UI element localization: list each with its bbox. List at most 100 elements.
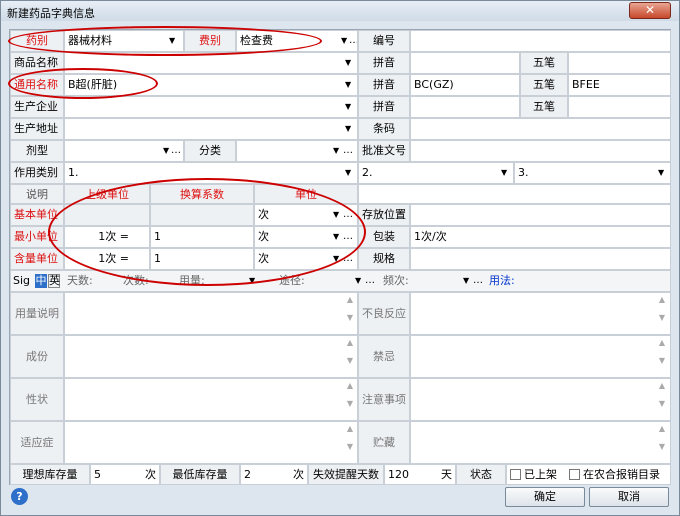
wubi-input[interactable] <box>568 52 671 74</box>
dosage-form-label: 剂型 <box>10 140 64 162</box>
expiry-days-value: 120 <box>388 468 409 481</box>
use1-value: 1. <box>68 166 79 179</box>
cancel-button[interactable]: 取消 <box>589 487 669 507</box>
indications-label: 适应症 <box>10 421 64 464</box>
checkbox-icon[interactable] <box>510 469 521 480</box>
address-input[interactable]: ▼ <box>64 118 358 140</box>
chevron-down-icon[interactable]: ▼ <box>163 141 169 160</box>
units-header-desc: 说明 <box>10 184 64 204</box>
chevron-down-icon[interactable]: ▼ <box>345 97 351 116</box>
chevron-down-icon[interactable]: ▼ <box>345 53 351 72</box>
usage-label: 用法: <box>489 274 515 287</box>
expiry-days-input[interactable]: 120 天 <box>384 464 456 485</box>
content-unit-label: 含量单位 <box>10 248 64 270</box>
adverse-label: 不良反应 <box>358 292 410 335</box>
dosage-note-textarea[interactable]: ▲ ▼ <box>64 292 358 335</box>
frequency-label: 频次: <box>383 274 409 287</box>
barcode-input[interactable] <box>410 118 671 140</box>
class-select[interactable]: ▼… <box>236 140 358 162</box>
scroll-arrows-icon[interactable]: ▲ ▼ <box>657 295 667 322</box>
chevron-down-icon[interactable]: ▼ <box>333 141 339 160</box>
chevron-down-icon[interactable]: ▼ <box>463 271 469 290</box>
wubi-label: 五笔 <box>520 52 568 74</box>
ideal-stock-unit: 次 <box>145 468 156 481</box>
scroll-arrows-icon[interactable]: ▲ ▼ <box>345 338 355 365</box>
status-options: 已上架 在农合报销目录 <box>506 464 671 485</box>
rural-label: 在农合报销目录 <box>583 468 660 481</box>
pinyin-label: 拼音 <box>358 52 410 74</box>
scroll-arrows-icon[interactable]: ▲ ▼ <box>345 381 355 408</box>
annotation-ellipse <box>48 178 366 286</box>
indications-textarea[interactable]: ▲ ▼ <box>64 421 358 464</box>
english-toggle[interactable]: 英 <box>48 274 60 288</box>
scroll-arrows-icon[interactable]: ▲ ▼ <box>657 338 667 365</box>
chevron-down-icon[interactable]: ▼ <box>345 163 351 182</box>
ingredients-label: 成份 <box>10 335 64 378</box>
class-label: 分类 <box>184 140 236 162</box>
chevron-down-icon[interactable]: ▼ <box>658 163 664 182</box>
checkbox-icon[interactable] <box>569 469 580 480</box>
chevron-down-icon[interactable]: ▼ <box>345 75 351 94</box>
units-header-blank <box>358 184 671 204</box>
pinyin-input[interactable] <box>410 52 520 74</box>
ok-button[interactable]: 确定 <box>505 487 585 507</box>
approval-input[interactable] <box>410 140 671 162</box>
chevron-down-icon[interactable]: ▼ <box>345 119 351 138</box>
ellipsis-icon[interactable]: … <box>365 271 375 290</box>
use-category-3[interactable]: 3. ▼ <box>514 162 671 184</box>
contraindications-label: 禁忌 <box>358 335 410 378</box>
storage-location-label: 存放位置 <box>358 204 410 226</box>
scroll-arrows-icon[interactable]: ▲ ▼ <box>345 424 355 451</box>
spec-input[interactable] <box>410 248 671 270</box>
notes-textarea[interactable]: ▲ ▼ <box>410 378 671 421</box>
package-input[interactable]: 1次/次 <box>410 226 671 248</box>
help-icon[interactable]: ? <box>11 488 28 505</box>
scroll-arrows-icon[interactable]: ▲ ▼ <box>657 424 667 451</box>
contraindications-textarea[interactable]: ▲ ▼ <box>410 335 671 378</box>
ideal-stock-input[interactable]: 5次 <box>90 464 160 485</box>
annotation-ellipse <box>8 68 158 99</box>
window-title: 新建药品字典信息 <box>7 7 95 20</box>
spec-label: 规格 <box>358 248 410 270</box>
wubi-input[interactable]: BFEE <box>568 74 671 96</box>
pinyin-label: 拼音 <box>358 96 410 118</box>
scroll-arrows-icon[interactable]: ▲ ▼ <box>345 295 355 322</box>
days-label: 天数: <box>67 274 93 287</box>
wubi-input[interactable] <box>568 96 671 118</box>
maker-label: 生产企业 <box>10 96 64 118</box>
ellipsis-icon[interactable]: … <box>349 31 357 50</box>
min-stock-label: 最低库存量 <box>160 464 240 485</box>
storage-textarea[interactable]: ▲ ▼ <box>410 421 671 464</box>
expiry-days-label: 失效提醒天数 <box>308 464 384 485</box>
ingredients-textarea[interactable]: ▲ ▼ <box>64 335 358 378</box>
shelved-checkbox[interactable]: 已上架 <box>510 468 557 481</box>
sig-label: Sig <box>13 274 31 287</box>
use-category-2[interactable]: 2. ▼ <box>358 162 514 184</box>
ellipsis-icon[interactable]: … <box>171 141 181 160</box>
chevron-down-icon[interactable]: ▼ <box>355 271 361 290</box>
properties-textarea[interactable]: ▲ ▼ <box>64 378 358 421</box>
dosage-form-select[interactable]: ▼… <box>64 140 184 162</box>
adverse-textarea[interactable]: ▲ ▼ <box>410 292 671 335</box>
close-button[interactable]: ✕ <box>629 2 671 19</box>
maker-input[interactable]: ▼ <box>64 96 358 118</box>
scroll-arrows-icon[interactable]: ▲ ▼ <box>657 381 667 408</box>
min-stock-input[interactable]: 2次 <box>240 464 308 485</box>
chevron-down-icon[interactable]: ▼ <box>341 31 347 50</box>
pinyin-label: 拼音 <box>358 74 410 96</box>
rural-checkbox[interactable]: 在农合报销目录 <box>569 468 660 481</box>
ellipsis-icon[interactable]: … <box>473 271 483 290</box>
properties-label: 性状 <box>10 378 64 421</box>
chevron-down-icon[interactable]: ▼ <box>501 163 507 182</box>
code-input[interactable] <box>410 30 671 52</box>
dosage-note-label: 用量说明 <box>10 292 64 335</box>
min-stock-unit: 次 <box>293 468 304 481</box>
pinyin-input[interactable]: BC(GZ) <box>410 74 520 96</box>
pinyin-input[interactable] <box>410 96 520 118</box>
storage-location-input[interactable] <box>410 204 671 226</box>
expiry-days-unit: 天 <box>441 468 452 481</box>
chinese-toggle[interactable]: 中 <box>35 274 47 288</box>
wubi-label: 五笔 <box>520 74 568 96</box>
ellipsis-icon[interactable]: … <box>343 141 353 160</box>
address-label: 生产地址 <box>10 118 64 140</box>
